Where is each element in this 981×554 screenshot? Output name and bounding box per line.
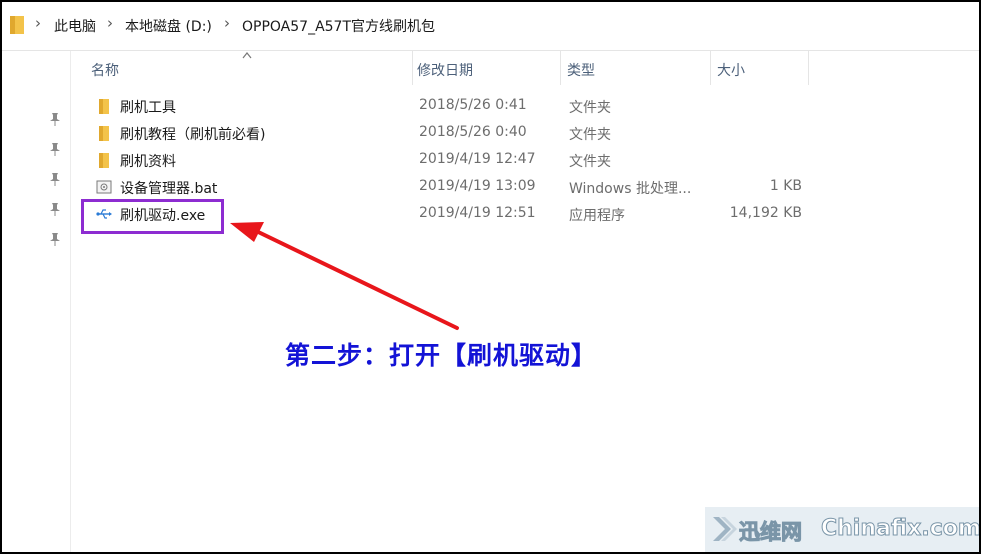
watermark-cn: 迅维网 xyxy=(739,520,803,545)
instruction-text: 第二步：打开【刷机驱动】 xyxy=(285,341,598,370)
explorer-window: › 此电脑 › 本地磁盘 (D:) › OPPOA57_A57T官方线刷机包 名… xyxy=(2,2,979,552)
watermark: 迅维网 Chinafix.com xyxy=(705,507,979,552)
brand-logo-icon xyxy=(713,517,737,541)
annotation-arrow xyxy=(230,222,459,330)
watermark-en: Chinafix.com xyxy=(821,516,979,542)
